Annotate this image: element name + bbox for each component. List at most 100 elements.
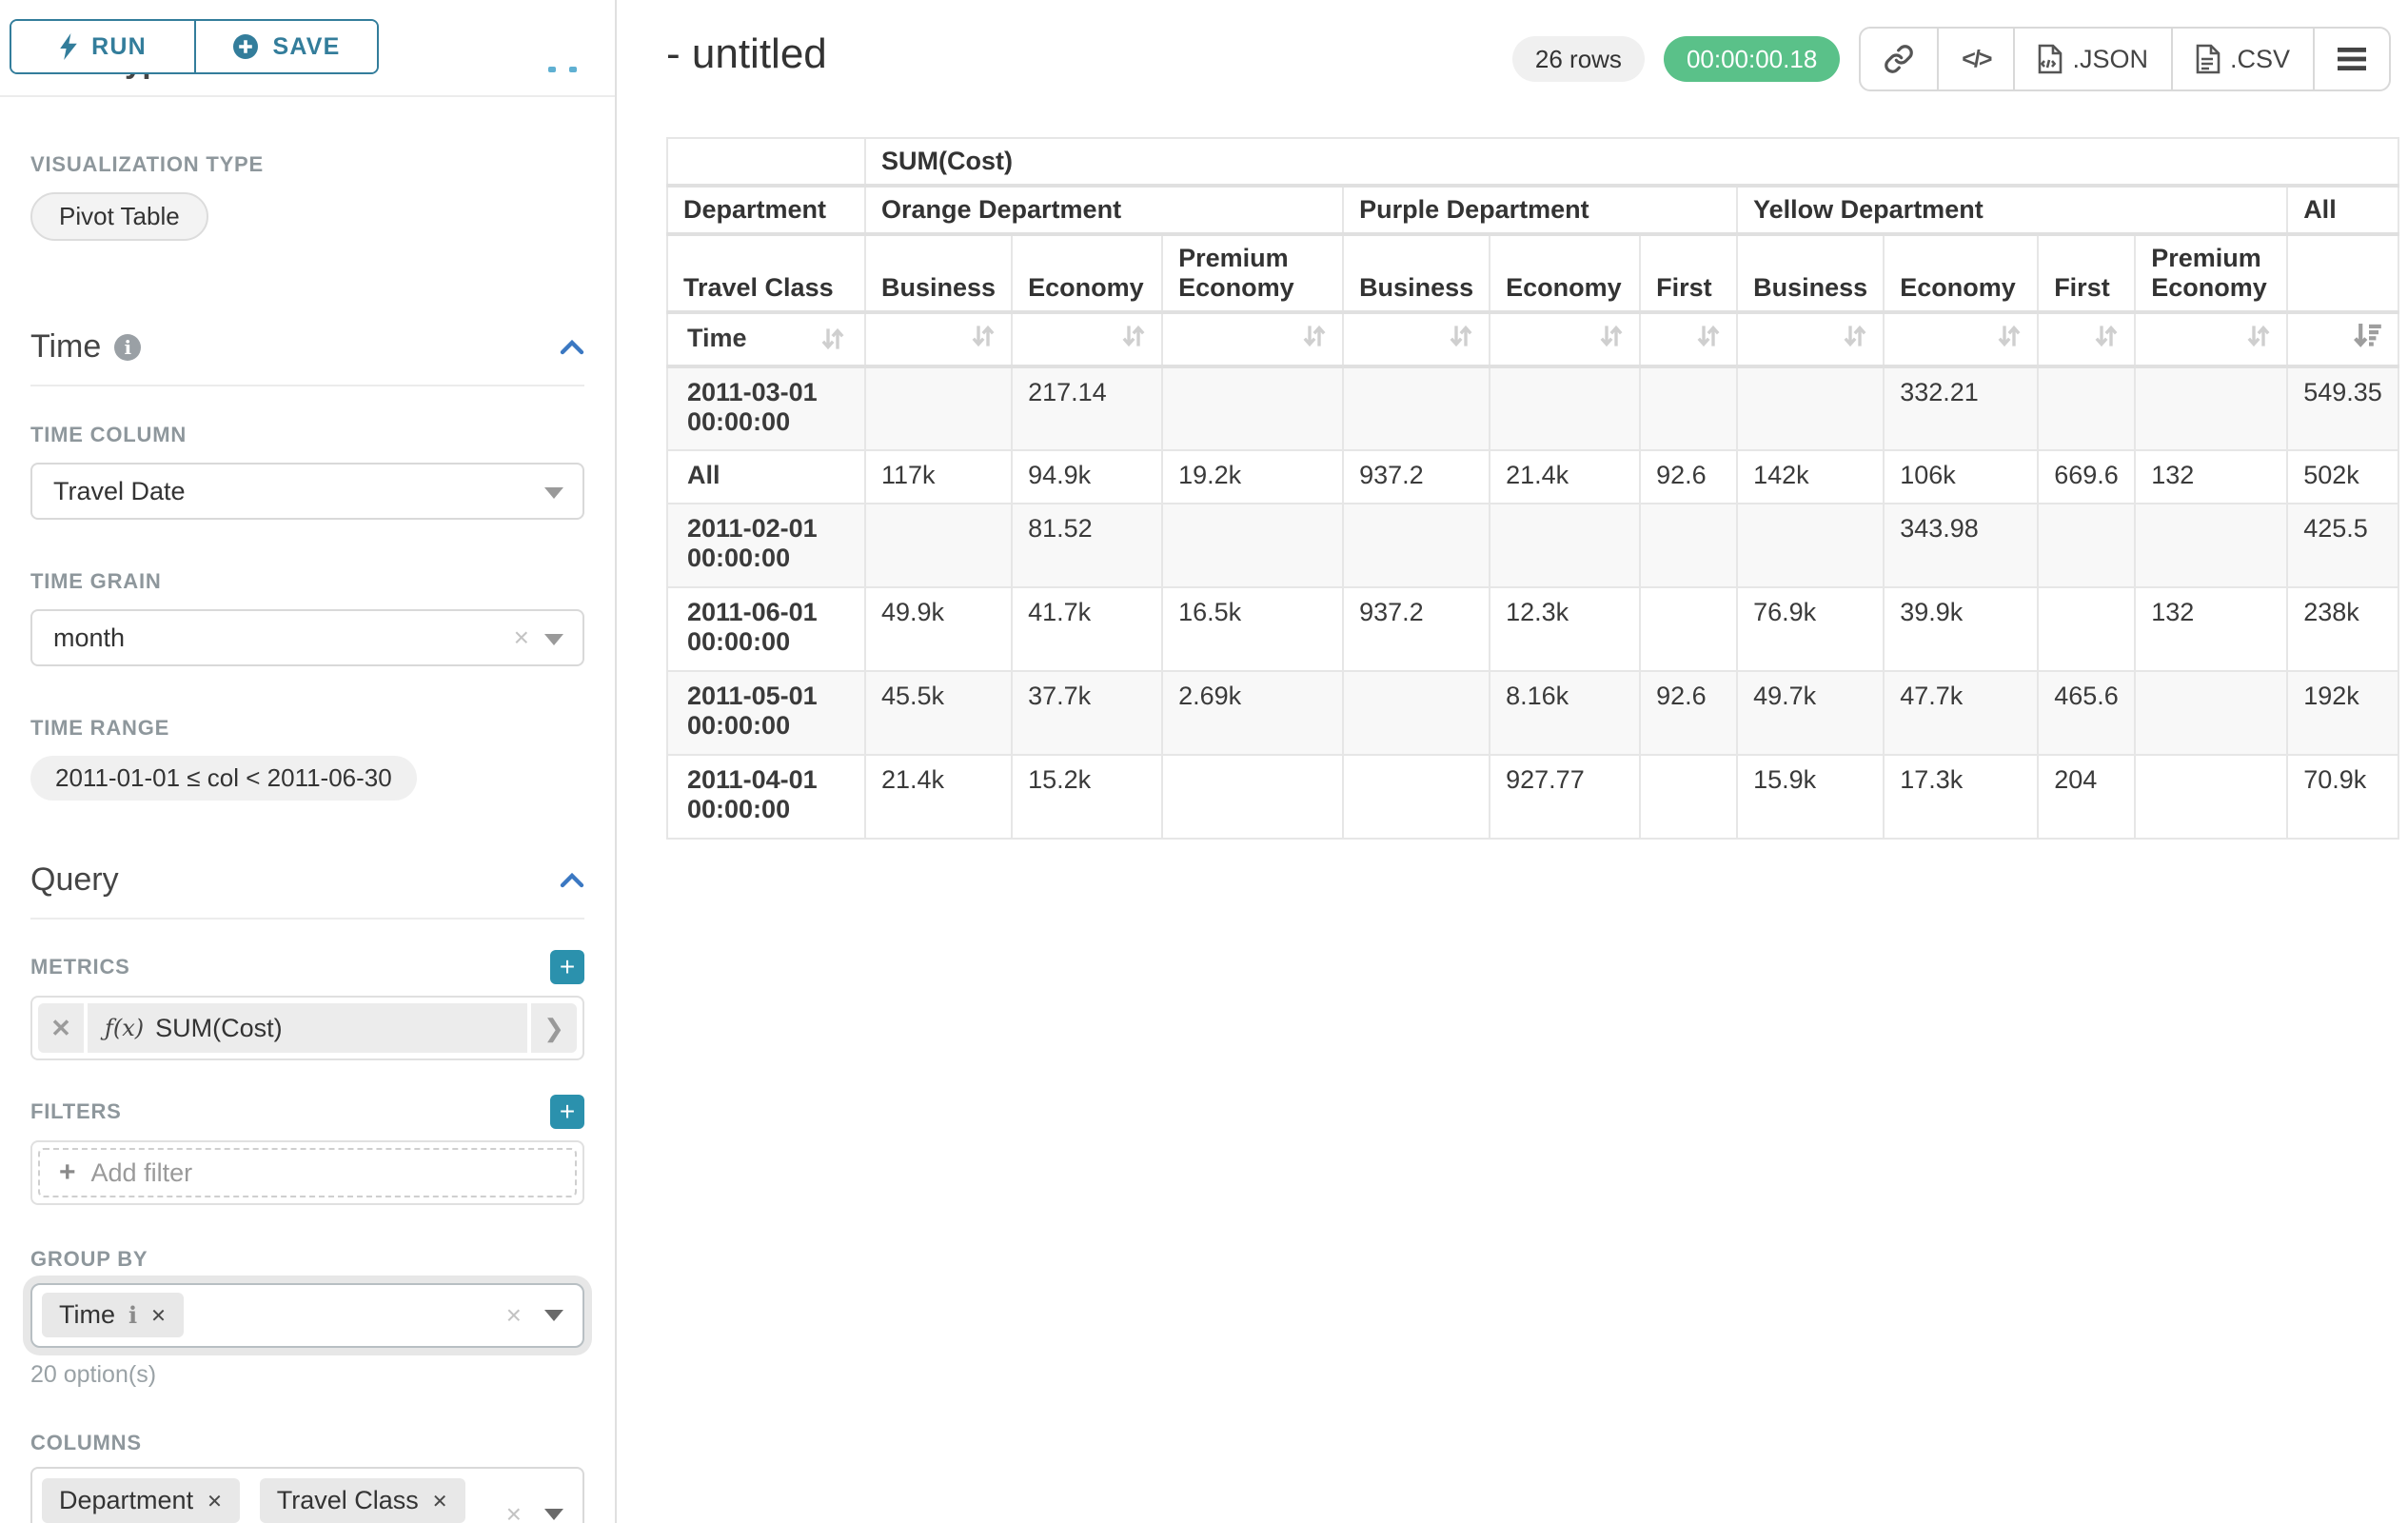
- sort-toggle[interactable]: [2135, 312, 2287, 366]
- pivot-cell: [2038, 366, 2135, 450]
- link-icon: [1884, 44, 1914, 74]
- copy-link-button[interactable]: [1861, 29, 1937, 89]
- sort-toggle[interactable]: [865, 312, 1012, 366]
- sort-icon: [1449, 324, 1473, 348]
- chevron-up-icon[interactable]: [560, 872, 584, 889]
- pivot-cell: [1737, 366, 1884, 450]
- col-leaf-header[interactable]: Business: [1737, 234, 1884, 312]
- query-section-header[interactable]: Query: [30, 861, 584, 899]
- row-label: 2011-04-01 00:00:00: [667, 755, 865, 839]
- add-filter-button[interactable]: +: [550, 1095, 584, 1129]
- sort-toggle[interactable]: [1884, 312, 2038, 366]
- sort-row: Time: [667, 312, 2398, 366]
- tag-label: Travel Class: [277, 1486, 419, 1515]
- pivot-cell: 106k: [1884, 450, 2038, 504]
- pivot-cell: 937.2: [1343, 450, 1490, 504]
- sort-icon: [1843, 324, 1867, 348]
- export-csv-button[interactable]: .CSV: [2171, 29, 2313, 89]
- embed-code-button[interactable]: </>: [1937, 29, 2013, 89]
- remove-tag-icon[interactable]: ✕: [432, 1490, 448, 1513]
- export-json-label: .JSON: [2072, 45, 2148, 74]
- pivot-cell: 937.2: [1343, 587, 1490, 671]
- run-button[interactable]: RUN: [11, 21, 194, 72]
- sort-toggle[interactable]: [1162, 312, 1343, 366]
- clear-icon[interactable]: ×: [514, 623, 529, 653]
- pivot-cell: [1640, 587, 1737, 671]
- group-by-select[interactable]: Time i ✕ ×: [30, 1283, 584, 1348]
- sort-desc-icon: [2354, 324, 2382, 348]
- metric-pill[interactable]: ✕ ƒ(x) SUM(Cost) ❯: [38, 1003, 577, 1053]
- save-button[interactable]: SAVE: [194, 21, 377, 72]
- group-by-tag-time[interactable]: Time i ✕: [42, 1293, 184, 1337]
- clear-icon[interactable]: ×: [506, 1300, 522, 1331]
- col-leaf-header[interactable]: Premium Economy: [2135, 234, 2287, 312]
- sort-toggle[interactable]: [2038, 312, 2135, 366]
- col-leaf-header[interactable]: Premium Economy: [1162, 234, 1343, 312]
- col-leaf-header[interactable]: First: [1640, 234, 1737, 312]
- sort-icon: [1302, 324, 1327, 348]
- time-section-title: Time: [30, 328, 101, 366]
- col-group-header[interactable]: Orange Department: [865, 186, 1343, 234]
- col-group-header[interactable]: Purple Department: [1343, 186, 1737, 234]
- time-section-header[interactable]: Time i: [30, 328, 584, 366]
- pivot-cell: [2135, 366, 2287, 450]
- col-leaf-header[interactable]: Economy: [1490, 234, 1640, 312]
- sort-toggle[interactable]: [1012, 312, 1162, 366]
- col-leaf-header[interactable]: Economy: [1012, 234, 1162, 312]
- chevron-down-icon: [544, 634, 563, 645]
- row-dimension-label[interactable]: Time: [667, 312, 865, 366]
- sort-icon: [820, 326, 845, 351]
- chevron-down-icon: [544, 487, 563, 499]
- travel-class-header-row: Travel ClassBusinessEconomyPremium Econo…: [667, 234, 2398, 312]
- pivot-cell: 47.7k: [1884, 671, 2038, 755]
- add-filter-label: Add filter: [91, 1158, 193, 1188]
- col-leaf-header[interactable]: Business: [1343, 234, 1490, 312]
- chart-title[interactable]: - untitled: [666, 30, 827, 78]
- col-leaf-header[interactable]: First: [2038, 234, 2135, 312]
- sort-toggle[interactable]: [2287, 312, 2398, 366]
- export-json-button[interactable]: .JSON: [2013, 29, 2171, 89]
- remove-metric-icon[interactable]: ✕: [38, 1003, 88, 1053]
- pivot-cell: 669.6: [2038, 450, 2135, 504]
- save-button-label: SAVE: [272, 33, 340, 61]
- pivot-cell: 332.21: [1884, 366, 2038, 450]
- visualization-type-pill[interactable]: Pivot Table: [30, 192, 208, 241]
- time-grain-select[interactable]: month ×: [30, 609, 584, 666]
- remove-tag-icon[interactable]: ✕: [150, 1304, 167, 1327]
- time-column-value: Travel Date: [53, 477, 186, 506]
- clear-icon[interactable]: ×: [506, 1499, 522, 1523]
- add-metric-button[interactable]: +: [550, 950, 584, 984]
- sidebar-toolbar: Chart Type RUN SAVE: [0, 0, 615, 97]
- plus-circle-icon: [232, 33, 259, 60]
- columns-select[interactable]: Department ✕ Travel Class ✕ ×: [30, 1467, 584, 1523]
- add-filter-dropzone[interactable]: + Add filter: [38, 1148, 577, 1197]
- sort-toggle[interactable]: [1640, 312, 1737, 366]
- col-group-header[interactable]: Yellow Department: [1737, 186, 2287, 234]
- pivot-cell: 37.7k: [1012, 671, 1162, 755]
- columns-tag-department[interactable]: Department ✕: [42, 1478, 240, 1523]
- chevron-up-icon[interactable]: [560, 339, 584, 356]
- time-column-label: TIME COLUMN: [30, 423, 584, 447]
- chevron-right-icon[interactable]: ❯: [527, 1003, 577, 1053]
- sort-toggle[interactable]: [1490, 312, 1640, 366]
- col-leaf-header: [2287, 234, 2398, 312]
- time-range-pill[interactable]: 2011-01-01 ≤ col < 2011-06-30: [30, 756, 417, 801]
- sort-toggle[interactable]: [1737, 312, 1884, 366]
- col-leaf-header[interactable]: Business: [865, 234, 1012, 312]
- col-leaf-header[interactable]: Economy: [1884, 234, 2038, 312]
- col-group-header[interactable]: All: [2287, 186, 2398, 234]
- table-row: 2011-06-01 00:00:0049.9k41.7k16.5k937.21…: [667, 587, 2398, 671]
- tag-label: Department: [59, 1486, 193, 1515]
- pivot-cell: 927.77: [1490, 755, 1640, 839]
- sort-toggle[interactable]: [1343, 312, 1490, 366]
- row-label: 2011-02-01 00:00:00: [667, 504, 865, 587]
- sort-icon: [1121, 324, 1146, 348]
- metric-header-row: SUM(Cost): [667, 138, 2398, 186]
- sort-icon: [2094, 324, 2119, 348]
- remove-tag-icon[interactable]: ✕: [207, 1490, 223, 1513]
- columns-tag-travel-class[interactable]: Travel Class ✕: [260, 1478, 465, 1523]
- pivot-cell: [1343, 755, 1490, 839]
- pivot-cell: [2135, 504, 2287, 587]
- time-column-select[interactable]: Travel Date: [30, 463, 584, 520]
- menu-button[interactable]: [2313, 29, 2389, 89]
